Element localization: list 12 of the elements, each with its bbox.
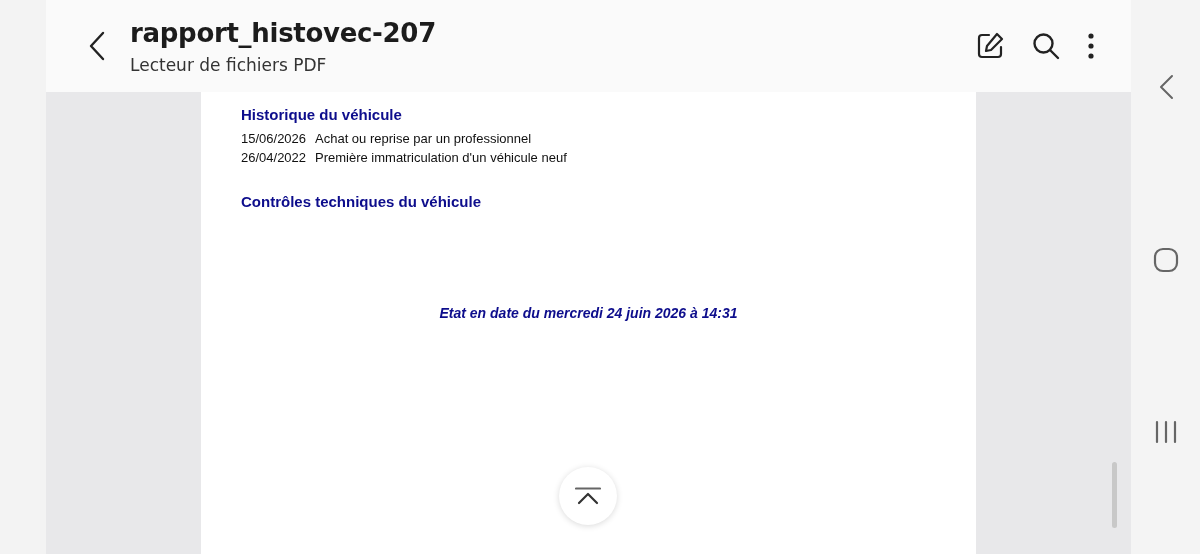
scroll-handle[interactable] bbox=[1112, 462, 1117, 528]
entry-date: 26/04/2022 bbox=[241, 149, 308, 167]
entry-event: Première immatriculation d'un véhicule neuf bbox=[315, 149, 567, 167]
entry-event: Achat ou reprise par un professionnel bbox=[315, 130, 532, 148]
more-icon bbox=[1087, 32, 1095, 60]
section-heading: Contrôles techniques du véhicule bbox=[241, 193, 483, 211]
file-title: rapport_histovec-207 bbox=[130, 17, 437, 49]
report-date: Etat en date du mercredi 24 juin 2026 à 14:31 bbox=[439, 305, 738, 321]
scroll-to-top-icon bbox=[575, 487, 601, 505]
section-heading: Historique du véhicule bbox=[241, 106, 403, 124]
app-subtitle: Lecteur de fichiers PDF bbox=[130, 55, 328, 75]
entry-date: 15/06/2026 bbox=[241, 130, 308, 148]
